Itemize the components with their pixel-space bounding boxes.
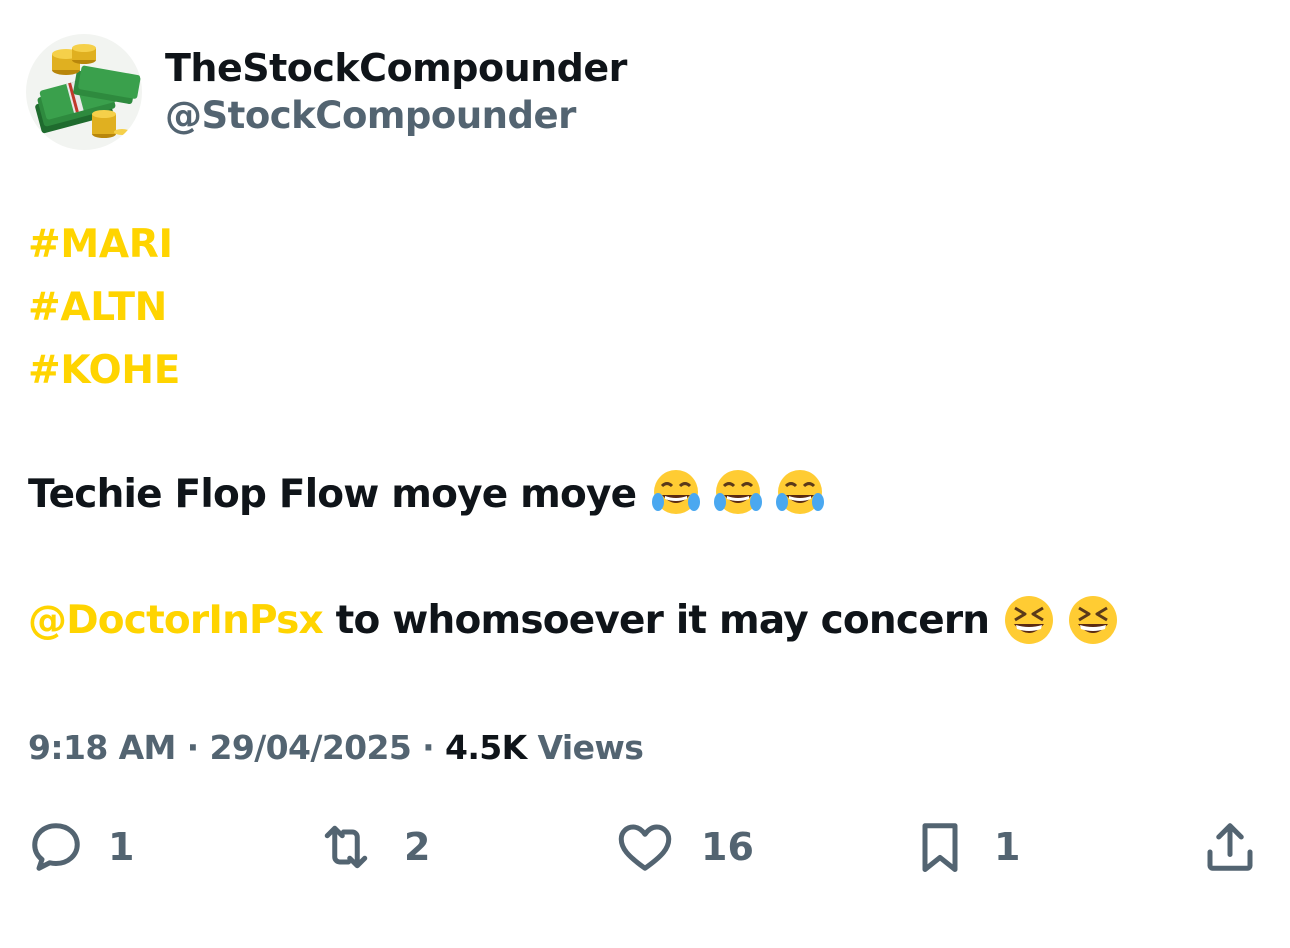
meta-separator: · [175,728,210,767]
hashtag-link[interactable]: #MARI [28,222,173,267]
tweet-text: to whomsoever it may concern [322,597,990,643]
reply-button[interactable]: 1 [26,815,134,879]
author-handle[interactable]: @StockCompounder [165,94,576,137]
avatar[interactable] [26,34,142,150]
tweet-date[interactable]: 29/04/2025 [209,728,411,767]
face-with-tears-of-joy-icon [712,468,764,520]
bookmark-icon [922,823,958,872]
reply-count: 1 [108,825,135,869]
like-count: 16 [701,825,754,869]
reply-icon [32,823,80,871]
tweet-text-line: @DoctorInPsx to whomsoever it may concer… [28,594,1119,646]
bookmark-count: 1 [994,825,1021,869]
bookmark-button[interactable]: 1 [910,815,1020,879]
author-display-name[interactable]: TheStockCompounder [165,46,627,90]
retweet-count: 2 [404,825,431,869]
tweet-text-line: Techie Flop Flow moye moye [28,468,826,520]
hashtag-link[interactable]: #ALTN [28,285,167,330]
grinning-squinting-face-icon [1067,594,1119,646]
share-button[interactable] [1200,815,1260,879]
money-stack-avatar-icon [35,44,141,138]
tweet-text: Techie Flop Flow moye moye [28,471,637,517]
like-button[interactable]: 16 [615,815,754,879]
meta-separator: · [411,728,445,767]
face-with-tears-of-joy-icon [650,468,702,520]
face-with-tears-of-joy-icon [774,468,826,520]
tweet-meta: 9:18 AM · 29/04/2025 · 4.5K Views [28,728,644,767]
tweet-time[interactable]: 9:18 AM [28,728,176,767]
grinning-squinting-face-icon [1003,594,1055,646]
retweet-icon [324,825,368,869]
share-icon [1207,823,1253,871]
views-count: 4.5K [445,728,527,767]
hashtag-link[interactable]: #KOHE [28,348,180,393]
views-label: Views [526,728,644,767]
retweet-button[interactable]: 2 [316,815,430,879]
heart-icon [618,824,672,871]
mention-link[interactable]: @DoctorInPsx [28,598,324,643]
